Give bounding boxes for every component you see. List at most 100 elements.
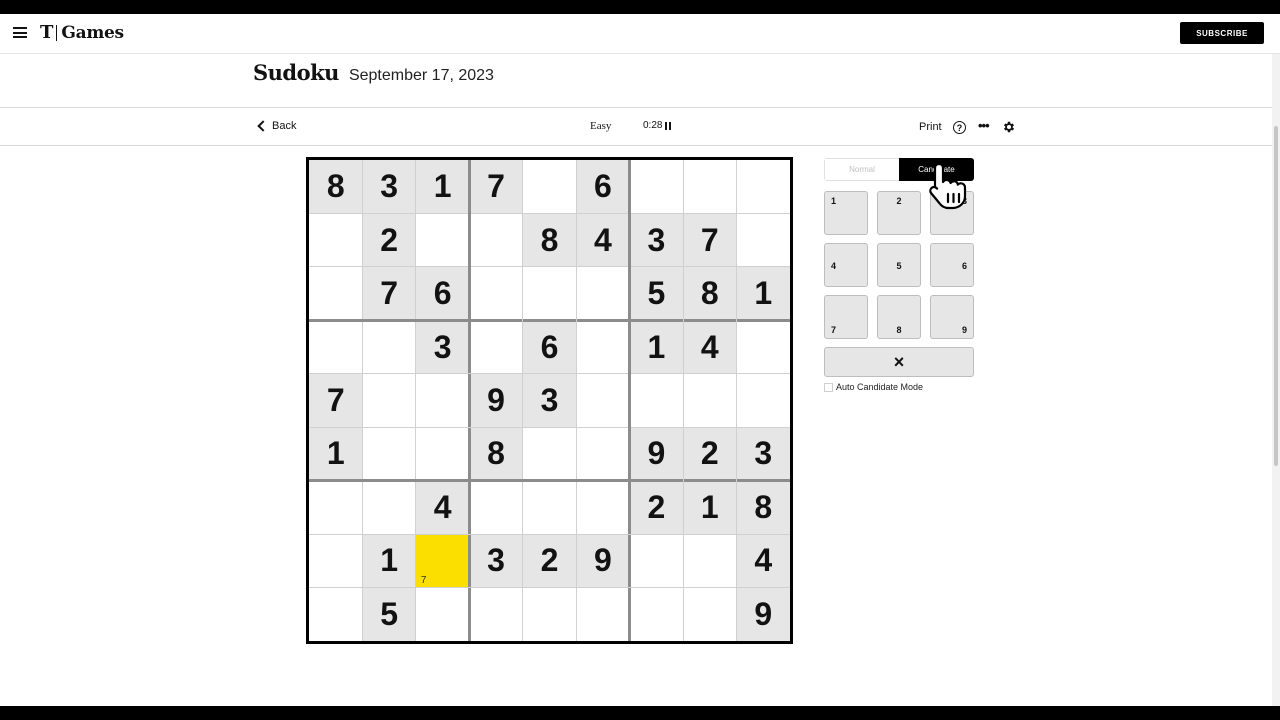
board-cell[interactable] bbox=[309, 267, 362, 320]
board-cell[interactable]: 8 bbox=[683, 266, 737, 321]
board-cell[interactable]: 8 bbox=[522, 213, 577, 267]
help-icon[interactable]: ? bbox=[953, 121, 966, 134]
keypad-key-5[interactable]: 5 bbox=[877, 243, 921, 287]
scrollbar[interactable] bbox=[1272, 54, 1280, 706]
board-cell[interactable]: 3 bbox=[362, 160, 416, 214]
board-cell[interactable] bbox=[523, 267, 576, 320]
board-cell[interactable] bbox=[576, 427, 629, 480]
board-cell[interactable] bbox=[523, 481, 576, 534]
board-cell[interactable] bbox=[362, 374, 415, 427]
board-cell[interactable]: 2 bbox=[629, 480, 684, 535]
board-cell[interactable] bbox=[576, 320, 629, 373]
board-cell[interactable]: 3 bbox=[736, 427, 790, 481]
board-cell[interactable]: 4 bbox=[415, 480, 470, 535]
board-cell[interactable] bbox=[309, 534, 362, 587]
board-cell[interactable]: 3 bbox=[469, 534, 523, 588]
board-cell[interactable]: 3 bbox=[415, 320, 470, 374]
board-cell[interactable]: 8 bbox=[309, 160, 363, 214]
back-button[interactable]: Back bbox=[257, 120, 296, 132]
keypad-key-3[interactable]: 3 bbox=[930, 191, 974, 235]
board-cell[interactable] bbox=[576, 374, 629, 427]
board-cell[interactable] bbox=[416, 213, 469, 266]
board-cell[interactable] bbox=[309, 320, 362, 373]
board-cell[interactable] bbox=[469, 588, 522, 641]
keypad-key-6[interactable]: 6 bbox=[930, 243, 974, 287]
board-cell[interactable]: 4 bbox=[576, 213, 630, 267]
auto-candidate-checkbox[interactable] bbox=[824, 382, 833, 392]
board-cell[interactable] bbox=[576, 588, 629, 641]
board-cell[interactable] bbox=[309, 213, 362, 266]
board-cell[interactable] bbox=[683, 374, 736, 427]
auto-candidate-toggle[interactable]: Auto Candidate Mode bbox=[824, 382, 923, 392]
board-cell[interactable] bbox=[576, 267, 629, 320]
board-cell[interactable]: 7 bbox=[469, 160, 523, 214]
keypad-key-1[interactable]: 1 bbox=[824, 191, 868, 235]
board-cell[interactable] bbox=[630, 534, 683, 587]
board-cell[interactable]: 3 bbox=[629, 213, 684, 267]
board-cell[interactable] bbox=[416, 588, 469, 641]
pause-icon[interactable] bbox=[665, 121, 672, 130]
board-cell[interactable] bbox=[523, 427, 576, 480]
board-cell[interactable]: 3 bbox=[522, 373, 577, 428]
selected-cell[interactable]: 7 bbox=[415, 534, 470, 588]
board-cell[interactable]: 6 bbox=[415, 266, 470, 321]
board-cell[interactable]: 1 bbox=[683, 480, 737, 535]
board-cell[interactable]: 9 bbox=[736, 587, 790, 641]
board-cell[interactable]: 8 bbox=[736, 480, 790, 535]
board-cell[interactable]: 8 bbox=[469, 427, 523, 481]
board-cell[interactable] bbox=[469, 267, 522, 320]
board-cell[interactable]: 1 bbox=[309, 427, 363, 481]
board-cell[interactable]: 7 bbox=[683, 213, 737, 267]
board-cell[interactable]: 1 bbox=[362, 534, 416, 588]
board-cell[interactable] bbox=[683, 534, 736, 587]
board-cell[interactable]: 7 bbox=[362, 266, 416, 321]
normal-mode-button[interactable]: Normal bbox=[824, 158, 899, 181]
board-cell[interactable] bbox=[737, 374, 790, 427]
board-cell[interactable]: 2 bbox=[683, 427, 737, 481]
board-cell[interactable] bbox=[469, 481, 522, 534]
board-cell[interactable] bbox=[309, 481, 362, 534]
menu-icon[interactable] bbox=[13, 27, 27, 38]
board-cell[interactable]: 9 bbox=[469, 373, 523, 428]
board-cell[interactable] bbox=[309, 588, 362, 641]
board-cell[interactable] bbox=[416, 374, 469, 427]
board-cell[interactable]: 6 bbox=[522, 320, 577, 374]
board-cell[interactable]: 6 bbox=[576, 160, 630, 214]
board-cell[interactable] bbox=[737, 160, 790, 213]
board-cell[interactable] bbox=[737, 320, 790, 373]
board-cell[interactable] bbox=[416, 427, 469, 480]
board-cell[interactable]: 1 bbox=[629, 320, 684, 374]
board-cell[interactable]: 2 bbox=[522, 534, 577, 588]
board-cell[interactable]: 1 bbox=[736, 266, 790, 321]
board-cell[interactable]: 9 bbox=[629, 427, 684, 481]
keypad-key-2[interactable]: 2 bbox=[877, 191, 921, 235]
keypad-key-7[interactable]: 7 bbox=[824, 295, 868, 339]
board-cell[interactable] bbox=[523, 160, 576, 213]
board-cell[interactable] bbox=[523, 588, 576, 641]
board-cell[interactable]: 9 bbox=[576, 534, 630, 588]
erase-button[interactable]: × bbox=[824, 347, 974, 377]
board-cell[interactable]: 2 bbox=[362, 213, 416, 267]
board-cell[interactable] bbox=[576, 481, 629, 534]
candidate-mode-button[interactable]: Candidate bbox=[899, 158, 974, 181]
board-cell[interactable] bbox=[362, 320, 415, 373]
board-cell[interactable] bbox=[630, 374, 683, 427]
keypad-key-8[interactable]: 8 bbox=[877, 295, 921, 339]
scrollbar-thumb[interactable] bbox=[1274, 126, 1278, 466]
board-cell[interactable]: 7 bbox=[309, 373, 363, 428]
board-cell[interactable] bbox=[683, 160, 736, 213]
board-cell[interactable] bbox=[362, 481, 415, 534]
subscribe-button[interactable]: SUBSCRIBE bbox=[1180, 22, 1264, 44]
board-cell[interactable]: 5 bbox=[629, 266, 684, 321]
board-cell[interactable]: 4 bbox=[683, 320, 737, 374]
board-cell[interactable] bbox=[469, 320, 522, 373]
gear-icon[interactable] bbox=[1002, 120, 1016, 134]
board-cell[interactable] bbox=[630, 588, 683, 641]
board-cell[interactable] bbox=[630, 160, 683, 213]
board-cell[interactable] bbox=[737, 213, 790, 266]
board-cell[interactable] bbox=[362, 427, 415, 480]
print-button[interactable]: Print bbox=[919, 121, 942, 133]
keypad-key-9[interactable]: 9 bbox=[930, 295, 974, 339]
board-cell[interactable]: 5 bbox=[362, 587, 416, 641]
more-icon[interactable]: ••• bbox=[978, 118, 990, 133]
